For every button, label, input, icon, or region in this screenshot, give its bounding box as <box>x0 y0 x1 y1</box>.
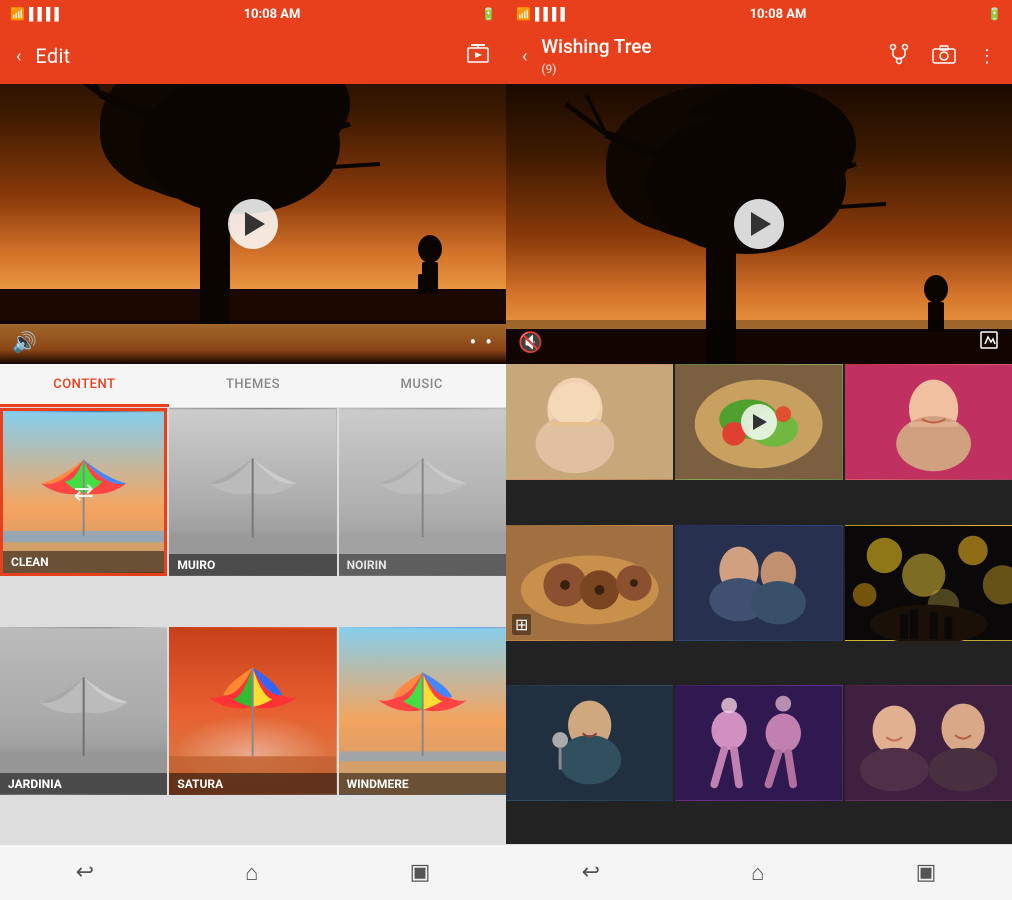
photo-cell-7[interactable] <box>506 685 673 801</box>
export-button[interactable] <box>458 36 498 77</box>
photo-cell-8[interactable] <box>675 685 842 801</box>
battery-icon: 🔋 <box>481 7 496 21</box>
left-video-controls: 🔊 • • <box>0 320 506 364</box>
right-battery-icon: 🔋 <box>987 7 1002 21</box>
wifi-icon: 📶 <box>10 7 25 21</box>
right-subtitle: (9) <box>541 62 556 76</box>
left-play-button[interactable] <box>228 199 278 249</box>
photo-overlay-icon-4: ⊞ <box>512 614 531 635</box>
signal-icon: ▌▌▌▌ <box>29 7 63 21</box>
right-title: Wishing Tree <box>541 35 874 58</box>
theme-satura[interactable]: SATURA <box>169 627 336 795</box>
left-app-bar-left: ‹ Edit <box>8 38 450 75</box>
photo-cell-4[interactable]: ⊞ <box>506 525 673 641</box>
right-back-button[interactable]: ‹ <box>514 38 535 75</box>
theme-jardinia-label: JARDINIA <box>0 773 167 795</box>
left-video-preview: 🔊 • • <box>0 84 506 364</box>
right-status-bar: 📶 ▌▌▌▌ 10:08 AM 🔋 <box>506 0 1012 28</box>
right-video-controls: 🔇 <box>506 320 1012 364</box>
photo-cell-2[interactable] <box>675 364 842 480</box>
right-panel: 📶 ▌▌▌▌ 10:08 AM 🔋 ‹ Wishing Tree (9) <box>506 0 1012 900</box>
right-play-button[interactable] <box>734 199 784 249</box>
theme-windmere[interactable]: WINDMERE <box>339 627 506 795</box>
left-home-nav[interactable]: ⌂ <box>229 852 274 894</box>
edit-title: Edit <box>35 44 70 68</box>
play-triangle-icon <box>245 212 265 236</box>
left-more-icon[interactable]: • • <box>470 330 494 354</box>
theme-jardinia[interactable]: JARDINIA <box>0 627 167 795</box>
more-icon[interactable]: ⋮ <box>970 38 1004 75</box>
left-back-nav[interactable]: ↩ <box>60 852 110 893</box>
left-bottom-nav: ↩ ⌂ ▣ <box>0 844 506 900</box>
right-app-bar: ‹ Wishing Tree (9) ⋮ <box>506 28 1012 84</box>
theme-muiro[interactable]: MUIRO <box>169 408 336 576</box>
left-tabs-bar: CONTENT THEMES MUSIC <box>0 364 506 408</box>
photo-cell-9[interactable] <box>845 685 1012 801</box>
right-time: 10:08 AM <box>750 7 807 22</box>
right-wifi-icon: 📶 <box>516 7 531 21</box>
left-sound-icon[interactable]: 🔊 <box>12 330 37 354</box>
tab-themes[interactable]: THEMES <box>169 364 338 407</box>
theme-clean-label: CLEAN <box>3 551 164 573</box>
photo-grid: ⊞ <box>506 364 1012 844</box>
photo-cell-6[interactable] <box>845 525 1012 641</box>
left-time: 10:08 AM <box>244 7 301 22</box>
photo-cell-1[interactable] <box>506 364 673 480</box>
photo-cell-5[interactable] <box>675 525 842 641</box>
right-back-nav[interactable]: ↩ <box>566 852 616 893</box>
theme-noirin-label: NOIRIN <box>339 554 506 576</box>
theme-windmere-label: WINDMERE <box>339 773 506 795</box>
theme-shuffle-icon: ⇄ <box>74 478 94 506</box>
left-status-icons: 📶 ▌▌▌▌ <box>10 7 63 21</box>
fork-icon[interactable] <box>880 35 918 78</box>
themes-grid: ⇄ CLEAN MUIRO <box>0 408 506 844</box>
theme-noirin[interactable]: NOIRIN <box>339 408 506 576</box>
left-status-bar: 📶 ▌▌▌▌ 10:08 AM 🔋 <box>0 0 506 28</box>
tab-music[interactable]: MUSIC <box>337 364 506 407</box>
theme-satura-label: SATURA <box>169 773 336 795</box>
right-signal-icon: ▌▌▌▌ <box>535 7 569 21</box>
photo-cell-3[interactable] <box>845 364 1012 480</box>
right-title-group: Wishing Tree (9) <box>541 35 874 77</box>
right-status-icons: 📶 ▌▌▌▌ <box>516 7 569 21</box>
left-app-bar: ‹ Edit <box>0 28 506 84</box>
right-play-triangle-icon <box>751 212 771 236</box>
photo-play-tri-2 <box>753 414 767 430</box>
right-edit-icon[interactable] <box>978 329 1000 356</box>
theme-clean[interactable]: ⇄ CLEAN <box>0 408 167 576</box>
right-bottom-nav: ↩ ⌂ ▣ <box>506 844 1012 900</box>
photo-play-btn-2[interactable] <box>741 404 777 440</box>
tab-content[interactable]: CONTENT <box>0 364 169 407</box>
left-battery-icons: 🔋 <box>481 7 496 21</box>
back-button[interactable]: ‹ <box>8 38 29 75</box>
right-recents-nav[interactable]: ▣ <box>900 852 953 893</box>
right-battery-icons: 🔋 <box>987 7 1002 21</box>
theme-muiro-label: MUIRO <box>169 554 336 576</box>
camera-icon[interactable] <box>924 36 964 77</box>
left-recents-nav[interactable]: ▣ <box>394 852 447 893</box>
right-home-nav[interactable]: ⌂ <box>735 852 780 894</box>
right-mute-icon[interactable]: 🔇 <box>518 330 543 354</box>
left-panel: 📶 ▌▌▌▌ 10:08 AM 🔋 ‹ Edit <box>0 0 506 900</box>
right-video-preview: 🔇 <box>506 84 1012 364</box>
